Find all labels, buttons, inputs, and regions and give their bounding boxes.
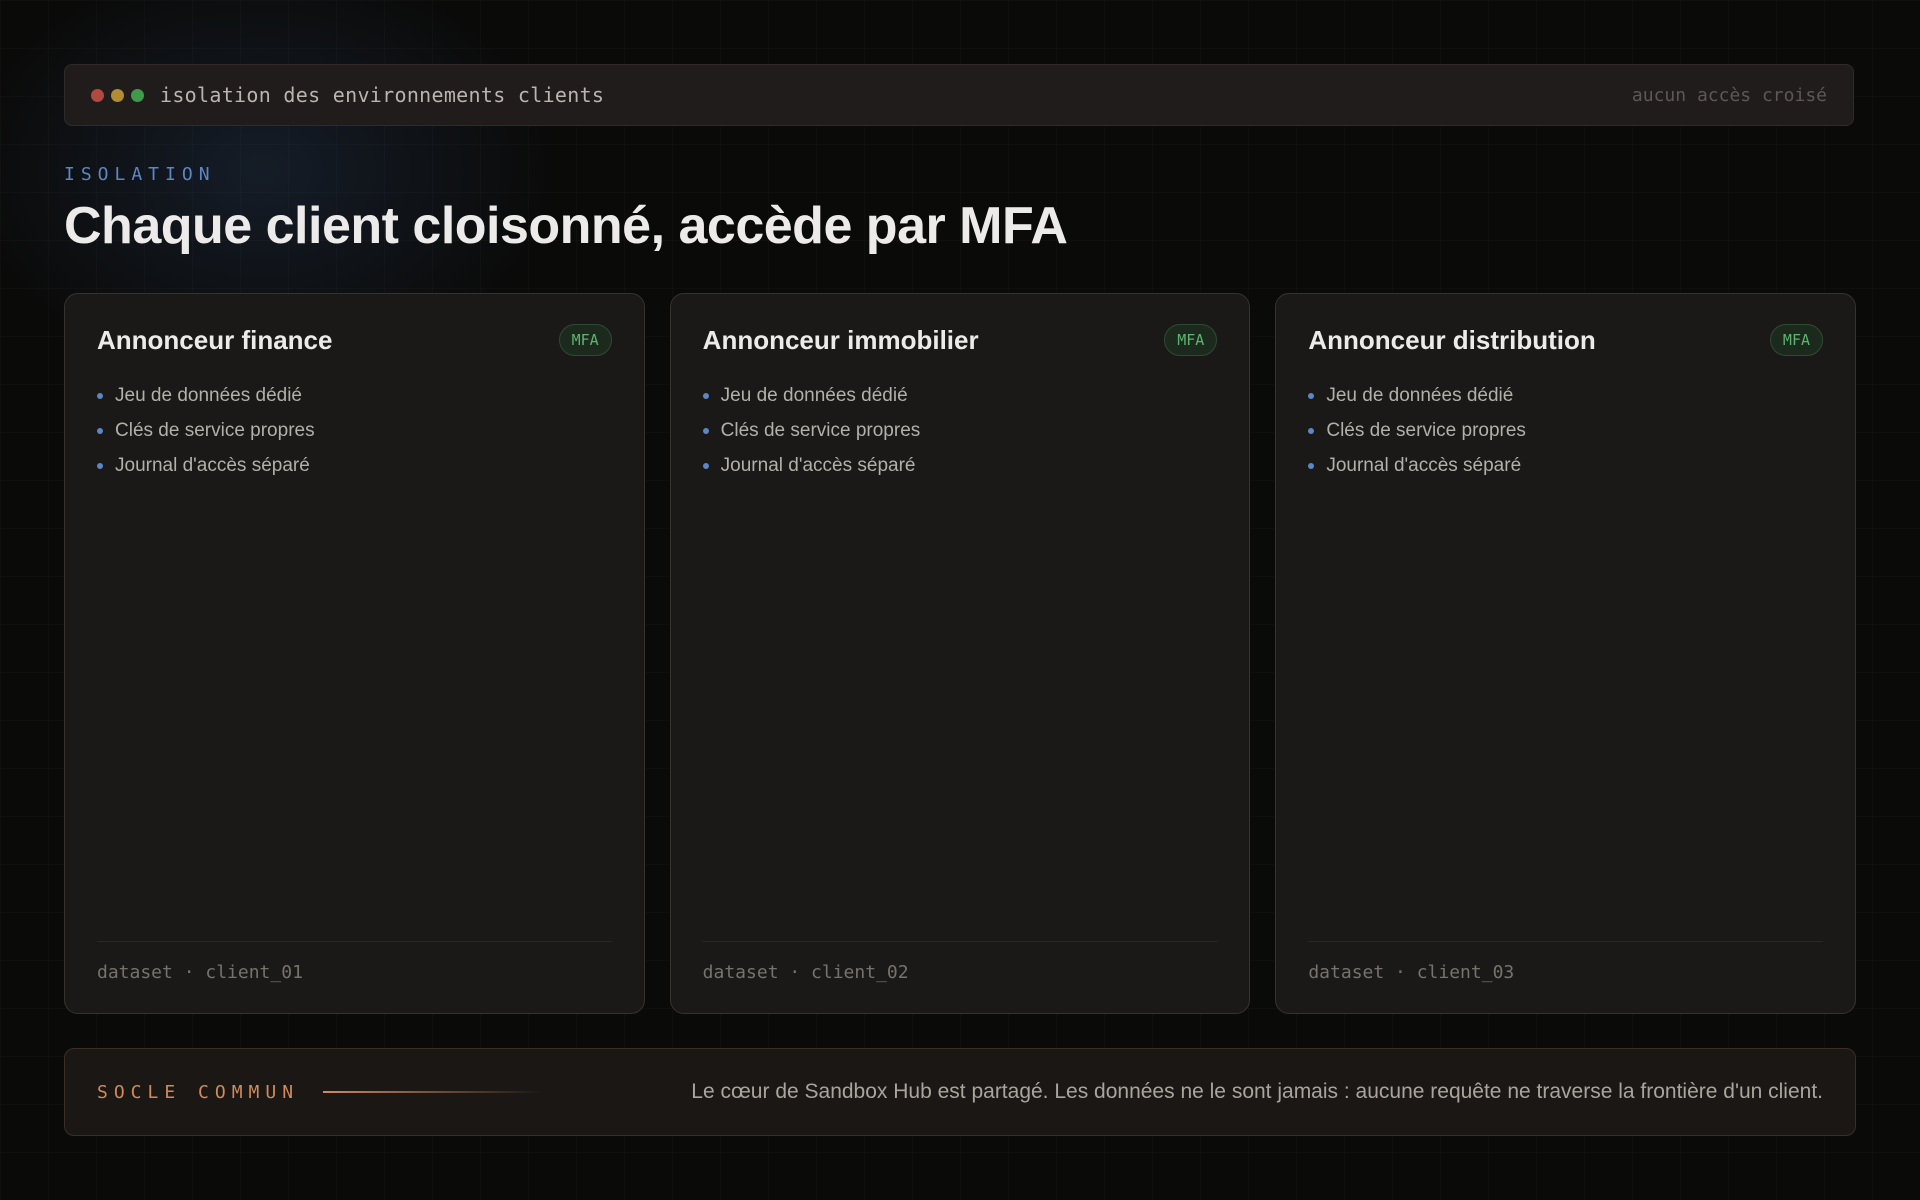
minimize-dot-icon[interactable] <box>111 88 124 102</box>
mfa-badge: MFA <box>558 324 612 356</box>
close-dot-icon[interactable] <box>91 88 104 102</box>
feature-item: Journal d'accès séparé <box>702 448 1218 483</box>
bullet-icon <box>702 462 709 469</box>
card-title: Annonceur distribution <box>1308 324 1596 355</box>
card-footer: dataset · client_01 <box>97 941 612 983</box>
client-card: Annonceur finance MFA Jeu de données déd… <box>64 293 645 1014</box>
feature-label: Journal d'accès séparé <box>1326 454 1522 476</box>
card-header: Annonceur finance MFA <box>97 324 612 356</box>
bullet-icon <box>97 462 103 469</box>
window-status-text: aucun accès croisé <box>1631 84 1827 106</box>
bullet-icon <box>97 392 103 399</box>
page-title: Chaque client cloisonné, accède par MFA <box>64 197 1068 255</box>
feature-item: Jeu de données dédié <box>97 378 612 413</box>
feature-item: Journal d'accès séparé <box>1308 448 1823 483</box>
maximize-dot-icon[interactable] <box>131 88 144 102</box>
client-card: Annonceur distribution MFA Jeu de donnée… <box>1275 293 1857 1014</box>
mfa-badge: MFA <box>1769 324 1824 356</box>
feature-item: Clés de service propres <box>702 413 1218 448</box>
bullet-icon <box>1308 462 1315 469</box>
bullet-icon <box>97 427 103 434</box>
feature-item: Jeu de données dédié <box>1308 378 1823 413</box>
divider-line <box>323 1091 544 1093</box>
bullet-icon <box>702 427 709 434</box>
feature-list: Jeu de données dédié Clés de service pro… <box>702 378 1218 483</box>
banner-text: Le cœur de Sandbox Hub est partagé. Les … <box>691 1080 1823 1103</box>
bullet-icon <box>702 392 709 399</box>
card-footer: dataset · client_02 <box>702 941 1218 983</box>
feature-label: Clés de service propres <box>720 419 921 441</box>
window-controls <box>91 88 144 102</box>
feature-label: Jeu de données dédié <box>115 384 302 406</box>
section-eyebrow: ISOLATION <box>64 164 216 185</box>
card-header: Annonceur immobilier MFA <box>703 324 1218 356</box>
feature-item: Clés de service propres <box>97 413 612 448</box>
card-title: Annonceur immobilier <box>702 324 979 355</box>
bullet-icon <box>1308 392 1315 399</box>
window-title: isolation des environnements clients <box>160 83 605 107</box>
card-footer: dataset · client_03 <box>1308 941 1824 983</box>
feature-label: Clés de service propres <box>115 419 315 441</box>
client-card: Annonceur immobilier MFA Jeu de données … <box>669 293 1251 1014</box>
feature-label: Jeu de données dédié <box>1326 384 1514 406</box>
feature-item: Jeu de données dédié <box>702 378 1218 413</box>
mfa-badge: MFA <box>1164 324 1218 356</box>
shared-foundation-banner: SOCLE COMMUN Le cœur de Sandbox Hub est … <box>64 1048 1856 1136</box>
feature-list: Jeu de données dédié Clés de service pro… <box>97 378 612 483</box>
client-cards: Annonceur finance MFA Jeu de données déd… <box>64 293 1857 1014</box>
feature-item: Journal d'accès séparé <box>97 448 612 483</box>
banner-label: SOCLE COMMUN <box>97 1081 300 1103</box>
feature-label: Journal d'accès séparé <box>720 454 916 476</box>
card-title: Annonceur finance <box>97 324 333 355</box>
window-titlebar: isolation des environnements clients auc… <box>64 64 1854 126</box>
feature-item: Clés de service propres <box>1308 413 1823 448</box>
feature-label: Journal d'accès séparé <box>115 454 310 476</box>
feature-label: Clés de service propres <box>1326 419 1526 441</box>
bullet-icon <box>1308 427 1315 434</box>
feature-list: Jeu de données dédié Clés de service pro… <box>1308 378 1823 483</box>
feature-label: Jeu de données dédié <box>720 384 908 406</box>
card-header: Annonceur distribution MFA <box>1308 324 1824 356</box>
